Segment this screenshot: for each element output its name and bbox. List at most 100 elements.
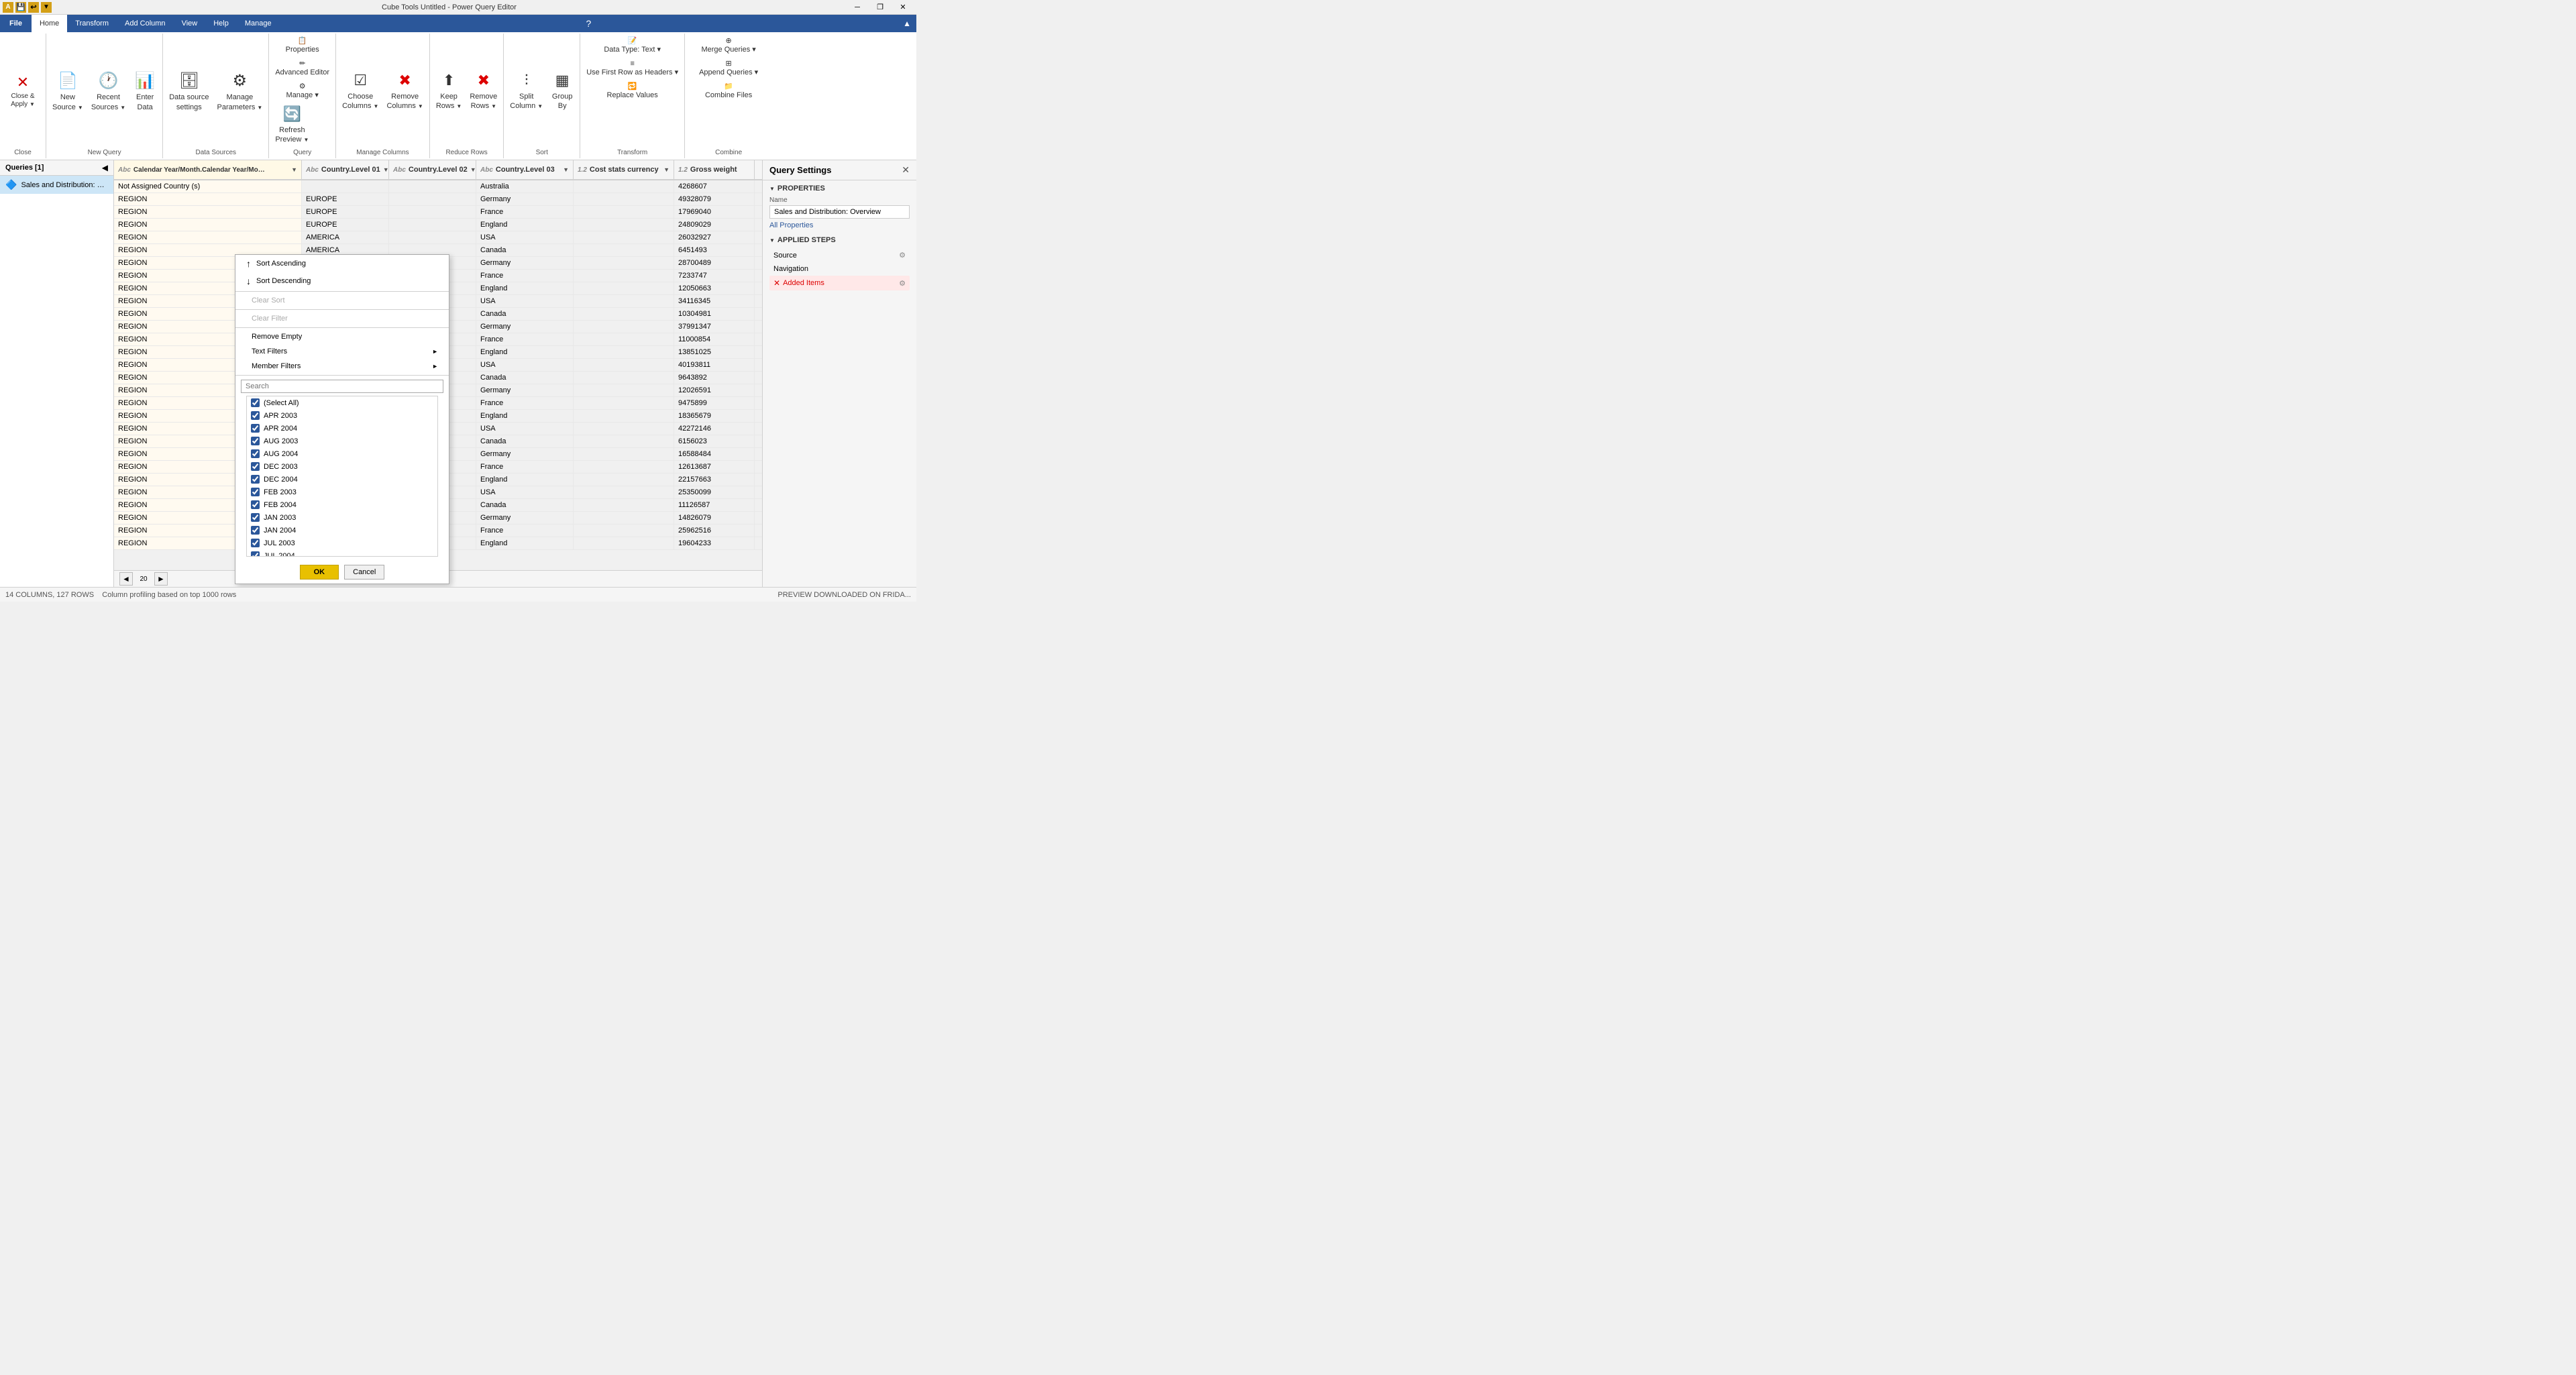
- prev-page-button[interactable]: ◄: [119, 572, 133, 586]
- filter-checkbox[interactable]: [251, 539, 260, 547]
- minimize-button[interactable]: ─: [847, 1, 868, 14]
- step-source-gear-icon[interactable]: ⚙: [899, 251, 906, 260]
- manage-parameters-button[interactable]: ⚙ ManageParameters ▼: [214, 68, 266, 114]
- filter-checkbox[interactable]: [251, 462, 260, 471]
- data-source-settings-button[interactable]: 🗄 Data sourcesettings: [166, 68, 212, 114]
- keep-rows-button[interactable]: ⬆ KeepRows ▼: [433, 68, 465, 114]
- filter-checkbox[interactable]: [251, 526, 260, 535]
- filter-list-item[interactable]: AUG 2003: [247, 435, 437, 447]
- tab-file[interactable]: File: [0, 15, 32, 32]
- sort-descending-item[interactable]: ↓ Sort Descending: [235, 272, 449, 290]
- col-header-5[interactable]: 1.2 Gross weight: [674, 160, 755, 179]
- step-navigation[interactable]: Navigation: [769, 262, 910, 276]
- tab-help[interactable]: Help: [205, 15, 237, 32]
- remove-rows-button[interactable]: ✖ RemoveRows ▼: [466, 68, 500, 114]
- filter-list-item[interactable]: DEC 2004: [247, 473, 437, 486]
- member-filters-item[interactable]: Member Filters ►: [235, 359, 449, 374]
- step-added-items[interactable]: ✕ Added Items ⚙: [769, 276, 910, 290]
- step-source[interactable]: Source ⚙: [769, 248, 910, 262]
- replace-values-button[interactable]: 🔁 Replace Values: [583, 80, 682, 102]
- filter-search-input[interactable]: [241, 380, 443, 393]
- col-dropdown-3[interactable]: ▼: [563, 166, 569, 173]
- col-header-3[interactable]: Abc Country.Level 03 ▼: [476, 160, 574, 179]
- more-icon[interactable]: ▼: [41, 2, 52, 13]
- filter-checkbox[interactable]: [251, 411, 260, 420]
- refresh-preview-button[interactable]: 🔄 RefreshPreview ▼: [272, 102, 312, 148]
- restore-button[interactable]: ❐: [869, 1, 891, 14]
- tab-manage[interactable]: Manage: [237, 15, 280, 32]
- data-type-label: Data Type: Text ▾: [604, 46, 661, 54]
- filter-checkbox[interactable]: [251, 449, 260, 458]
- filter-checkbox[interactable]: [251, 551, 260, 557]
- filter-list-item[interactable]: AUG 2004: [247, 447, 437, 460]
- advanced-editor-button[interactable]: ✏ Advanced Editor: [272, 58, 333, 79]
- query-item-sales[interactable]: 🔷 Sales and Distribution: O...: [0, 176, 113, 194]
- ribbon-group-combine: ⊕ Merge Queries ▾ ⊞ Append Queries ▾ 📁 C…: [685, 34, 772, 158]
- group-by-button[interactable]: ▦ GroupBy: [547, 68, 577, 114]
- filter-cancel-button[interactable]: Cancel: [344, 565, 384, 580]
- filter-list-item[interactable]: DEC 2003: [247, 460, 437, 473]
- close-apply-button[interactable]: ✕ Close &Apply ▼: [3, 68, 43, 114]
- tab-add-column[interactable]: Add Column: [117, 15, 174, 32]
- data-type-button[interactable]: 📝 Data Type: Text ▾: [583, 35, 682, 56]
- column-headers: Abc Calendar Year/Month.Calendar Year/Mo…: [114, 160, 762, 180]
- filter-checkbox[interactable]: [251, 437, 260, 445]
- filter-checkbox[interactable]: [251, 500, 260, 509]
- filter-list-item[interactable]: JUL 2003: [247, 537, 437, 549]
- filter-list-item[interactable]: APR 2003: [247, 409, 437, 422]
- choose-columns-button[interactable]: ☑ ChooseColumns ▼: [339, 68, 382, 114]
- next-page-button[interactable]: ►: [154, 572, 168, 586]
- filter-list-item[interactable]: JAN 2004: [247, 524, 437, 537]
- enter-data-button[interactable]: 📊 EnterData: [130, 68, 160, 114]
- filter-checkbox[interactable]: [251, 475, 260, 484]
- close-button[interactable]: ✕: [892, 1, 914, 14]
- save-icon[interactable]: 💾: [15, 2, 26, 13]
- all-properties-link[interactable]: All Properties: [769, 221, 910, 229]
- sort-ascending-item[interactable]: ↑ Sort Ascending: [235, 255, 449, 272]
- remove-empty-item[interactable]: Remove Empty: [235, 329, 449, 344]
- combine-files-button[interactable]: 📁 Combine Files: [688, 80, 769, 102]
- filter-list-item[interactable]: JAN 2003: [247, 511, 437, 524]
- tab-transform[interactable]: Transform: [67, 15, 117, 32]
- filter-checkbox[interactable]: [251, 513, 260, 522]
- help-icon[interactable]: ?: [580, 15, 596, 32]
- step-added-items-gear-icon[interactable]: ⚙: [899, 279, 906, 288]
- remove-columns-button[interactable]: ✖ RemoveColumns ▼: [383, 68, 426, 114]
- col-header-4[interactable]: 1.2 Cost stats currency ▼: [574, 160, 674, 179]
- tab-view[interactable]: View: [174, 15, 206, 32]
- text-filters-item[interactable]: Text Filters ►: [235, 344, 449, 359]
- filter-checkbox[interactable]: [251, 398, 260, 407]
- filter-list-item[interactable]: FEB 2004: [247, 498, 437, 511]
- filter-list-item[interactable]: APR 2004: [247, 422, 437, 435]
- use-first-row-button[interactable]: ≡ Use First Row as Headers ▾: [583, 58, 682, 79]
- filter-list-item[interactable]: FEB 2003: [247, 486, 437, 498]
- col-header-1[interactable]: Abc Country.Level 01 ▼: [302, 160, 389, 179]
- query-name-input[interactable]: [769, 205, 910, 219]
- settings-close-button[interactable]: ✕: [902, 164, 910, 176]
- new-source-button[interactable]: 📄 NewSource ▼: [49, 68, 87, 114]
- filter-item-label: (Select All): [264, 399, 299, 407]
- append-queries-button[interactable]: ⊞ Append Queries ▾: [688, 58, 769, 79]
- col-dropdown-2[interactable]: ▼: [470, 166, 476, 173]
- col-header-0[interactable]: Abc Calendar Year/Month.Calendar Year/Mo…: [114, 160, 302, 179]
- undo-icon[interactable]: ↩: [28, 2, 39, 13]
- tab-home[interactable]: Home: [32, 15, 67, 32]
- filter-ok-button[interactable]: OK: [300, 565, 339, 580]
- manage-button[interactable]: ⚙ Manage ▾: [272, 80, 333, 102]
- filter-checkbox[interactable]: [251, 488, 260, 496]
- title-bar-controls[interactable]: ─ ❐ ✕: [847, 1, 914, 14]
- col-dropdown-4[interactable]: ▼: [663, 166, 669, 173]
- split-column-button[interactable]: ⫶ SplitColumn ▼: [506, 68, 546, 114]
- merge-queries-button[interactable]: ⊕ Merge Queries ▾: [688, 35, 769, 56]
- queries-panel-toggle[interactable]: ◀: [102, 163, 108, 172]
- filter-list-item[interactable]: JUL 2004: [247, 549, 437, 557]
- properties-button[interactable]: 📋 Properties: [272, 35, 333, 56]
- col-dropdown-0[interactable]: ▼: [291, 166, 297, 173]
- filter-checkbox[interactable]: [251, 424, 260, 433]
- filter-list[interactable]: (Select All) APR 2003APR 2004AUG 2003AUG …: [246, 396, 438, 557]
- minimize-ribbon-icon[interactable]: ▲: [898, 15, 916, 32]
- col-dropdown-1[interactable]: ▼: [383, 166, 389, 173]
- filter-list-item[interactable]: (Select All): [247, 396, 437, 409]
- recent-sources-button[interactable]: 🕐 RecentSources ▼: [88, 68, 129, 114]
- col-header-2[interactable]: Abc Country.Level 02 ▼: [389, 160, 476, 179]
